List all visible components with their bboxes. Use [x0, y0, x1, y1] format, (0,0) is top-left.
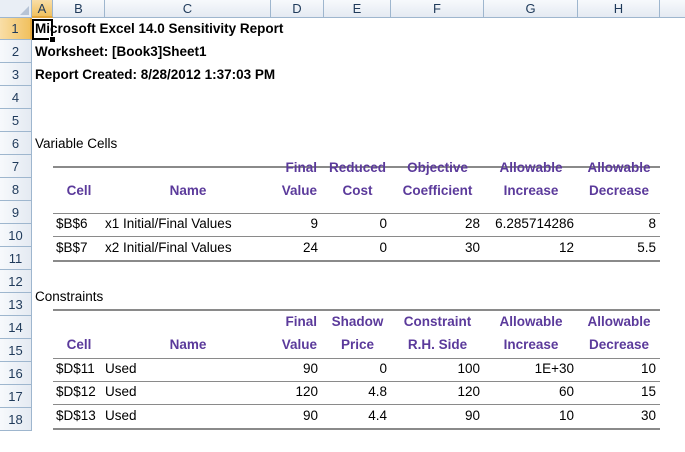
cn-row1-allow-inc: 1E+30 — [534, 361, 574, 376]
column-header-i[interactable] — [660, 0, 685, 18]
vc-row1-name: x1 Initial/Final Values — [105, 216, 232, 231]
cn-row3-rhs: 90 — [464, 408, 480, 423]
select-all-triangle-icon — [20, 6, 29, 15]
cn-header-rhs: R.H. Side — [407, 337, 468, 352]
row-header-3[interactable]: 3 — [0, 63, 32, 86]
cn-row2-cell: $D$12 — [56, 384, 96, 399]
row-header-9[interactable]: 9 — [0, 201, 32, 224]
cn-row2-rhs: 120 — [457, 384, 480, 399]
cn-row2-allow-dec: 15 — [640, 384, 656, 399]
report-created: Report Created: 8/28/2012 1:37:03 PM — [35, 67, 276, 82]
cn-header-price: Price — [340, 337, 375, 352]
vc-header-objective: Objective — [407, 160, 468, 175]
variable-cells-bottom-rule — [53, 260, 660, 262]
row-header-11[interactable]: 11 — [0, 247, 32, 270]
vc-row1-reduced: 0 — [379, 216, 387, 231]
variable-cells-label: Variable Cells — [35, 136, 118, 151]
cn-row2-shadow: 4.8 — [368, 384, 387, 399]
cn-row3-shadow: 4.4 — [368, 408, 387, 423]
row-header-2[interactable]: 2 — [0, 40, 32, 63]
row-header-1[interactable]: 1 — [0, 18, 32, 40]
cn-row1-final: 90 — [302, 361, 318, 376]
vc-header-final: Final — [285, 160, 317, 175]
cn-row3-name: Used — [105, 408, 137, 423]
vc-row2-allow-inc: 12 — [558, 240, 574, 255]
row-header-8[interactable]: 8 — [0, 178, 32, 201]
column-header-c[interactable]: C — [105, 0, 271, 18]
cn-row1-name: Used — [105, 361, 137, 376]
vc-row2-reduced: 0 — [379, 240, 387, 255]
vc-header-name: Name — [169, 183, 207, 198]
constraints-bottom-rule — [53, 428, 660, 430]
vc-header-coefficient: Coefficient — [402, 183, 473, 198]
vc-header-reduced: Reduced — [328, 160, 386, 175]
cn-row3-cell: $D$13 — [56, 408, 96, 423]
column-header-b[interactable]: B — [53, 0, 105, 18]
vc-row1-allow-inc: 6.285714286 — [495, 216, 574, 231]
report-title: Microsoft Excel 14.0 Sensitivity Report — [35, 21, 284, 36]
row-header-14[interactable]: 14 — [0, 316, 32, 339]
cn-header-constraint: Constraint — [403, 314, 472, 329]
cn-row2-name: Used — [105, 384, 137, 399]
row-header-5[interactable]: 5 — [0, 109, 32, 132]
cn-header-allowable-inc: Allowable — [499, 314, 563, 329]
column-header-d[interactable]: D — [271, 0, 324, 18]
cn-header-shadow: Shadow — [331, 314, 384, 329]
cn-row3-final: 90 — [302, 408, 318, 423]
spreadsheet-grid[interactable]: A B C D E F G H 1 2 3 4 5 6 7 8 9 10 11 … — [0, 0, 685, 452]
row-header-4[interactable]: 4 — [0, 86, 32, 109]
vc-row1-allow-dec: 8 — [648, 216, 656, 231]
row-header-18[interactable]: 18 — [0, 408, 32, 431]
cn-row2-allow-inc: 60 — [558, 384, 574, 399]
vc-header-increase: Increase — [503, 183, 559, 198]
row-header-10[interactable]: 10 — [0, 224, 32, 247]
cn-header-decrease: Decrease — [588, 337, 650, 352]
select-all-corner[interactable] — [0, 0, 32, 18]
vc-row2-objective: 30 — [464, 240, 480, 255]
row-header-15[interactable]: 15 — [0, 339, 32, 362]
cn-header-final: Final — [285, 314, 317, 329]
column-header-a[interactable]: A — [32, 0, 53, 18]
cn-row1-allow-dec: 10 — [640, 361, 656, 376]
cn-header-value: Value — [281, 337, 317, 352]
cn-row1-shadow: 0 — [379, 361, 387, 376]
cn-row3-allow-inc: 10 — [558, 408, 574, 423]
vc-row2-cell: $B$7 — [56, 240, 88, 255]
row-header-17[interactable]: 17 — [0, 385, 32, 408]
cn-row2-final: 120 — [295, 384, 318, 399]
fill-handle[interactable] — [49, 36, 56, 43]
cn-row1-cell: $D$11 — [56, 361, 95, 376]
row-header-13[interactable]: 13 — [0, 293, 32, 316]
column-header-h[interactable]: H — [578, 0, 660, 18]
row-header-7[interactable]: 7 — [0, 155, 32, 178]
cn-header-cell: Cell — [66, 337, 92, 352]
row-header-12[interactable]: 12 — [0, 270, 32, 293]
row-header-16[interactable]: 16 — [0, 362, 32, 385]
vc-header-allowable-inc: Allowable — [499, 160, 563, 175]
vc-header-cell: Cell — [66, 183, 92, 198]
cn-row3-allow-dec: 30 — [640, 408, 656, 423]
vc-header-decrease: Decrease — [588, 183, 650, 198]
vc-row1-objective: 28 — [464, 216, 480, 231]
vc-row2-allow-dec: 5.5 — [637, 240, 656, 255]
vc-header-value: Value — [281, 183, 317, 198]
column-header-f[interactable]: F — [391, 0, 484, 18]
vc-row1-final: 9 — [310, 216, 318, 231]
cn-header-allowable-dec: Allowable — [587, 314, 651, 329]
column-header-g[interactable]: G — [484, 0, 578, 18]
vc-row2-name: x2 Initial/Final Values — [105, 240, 232, 255]
cn-header-increase: Increase — [503, 337, 559, 352]
cn-row1-rhs: 100 — [457, 361, 480, 376]
row-header-6[interactable]: 6 — [0, 132, 32, 155]
constraints-label: Constraints — [35, 289, 104, 304]
vc-row2-final: 24 — [302, 240, 318, 255]
column-header-e[interactable]: E — [324, 0, 391, 18]
vc-header-cost: Cost — [342, 183, 373, 198]
vc-header-allowable-dec: Allowable — [587, 160, 651, 175]
cn-header-name: Name — [169, 337, 207, 352]
report-worksheet: Worksheet: [Book3]Sheet1 — [35, 44, 207, 59]
vc-row1-cell: $B$6 — [56, 216, 88, 231]
